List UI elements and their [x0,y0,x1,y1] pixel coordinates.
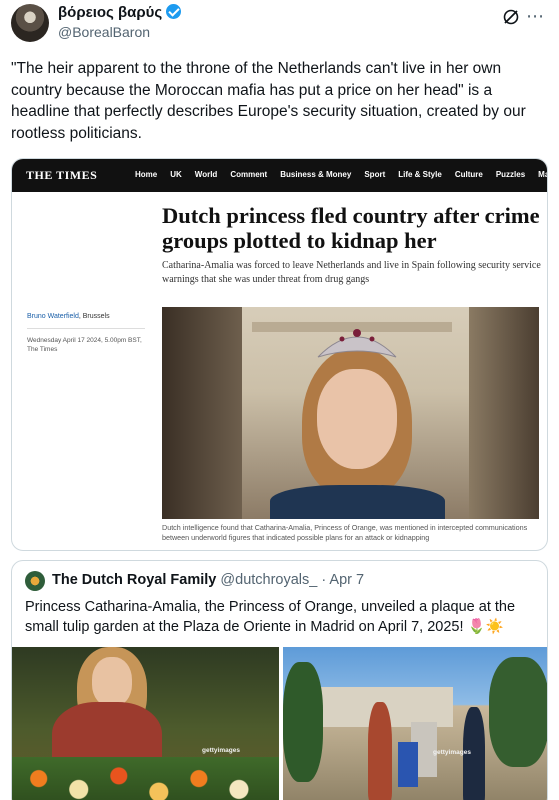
getty-watermark: gettyimages [202,747,240,754]
tiara-icon [317,329,397,358]
byline-location: , Brussels [78,313,110,320]
divider [27,328,145,329]
photo-dress [270,485,445,519]
byline: Bruno Waterfield, Brussels [27,313,110,320]
tweet-text: "The heir apparent to the throne of the … [11,60,526,142]
plaque-unveiling-photo[interactable]: gettyimages [283,647,547,800]
photo-face [92,657,132,707]
unveiling-cloth [398,742,418,787]
article-standfirst: Catharina-Amalia was forced to leave Net… [162,260,541,285]
verified-icon [166,4,182,19]
times-nav-bar: THE TIMES Home UK World Comment Business… [12,159,547,192]
quote-handle: @dutchroyals_ [220,572,318,588]
nav-item-life-style[interactable]: Life & Style [398,170,442,179]
nav-item-culture[interactable]: Culture [455,170,483,179]
nav-item-uk[interactable]: UK [170,170,182,179]
times-nav-items: Home UK World Comment Business & Money S… [135,170,547,179]
display-name[interactable]: βόρειος βαρύς [58,4,182,21]
nav-item-home[interactable]: Home [135,170,157,179]
tweet-header: βόρειος βαρύς @BorealBaron ⋯ [0,0,559,50]
more-icon[interactable]: ⋯ [526,6,545,27]
grok-icon[interactable] [502,8,520,26]
photo-pillar [469,307,539,519]
quote-author[interactable]: The Dutch Royal Family @dutchroyals_ · A… [52,572,364,588]
quote-date: · Apr 7 [321,572,365,588]
princess-photo [162,307,539,519]
tree [283,662,323,782]
tulip-bed [12,757,279,800]
photo-pillar [162,307,242,519]
quote-avatar[interactable] [25,571,45,591]
nav-item-puzzles[interactable]: Puzzles [496,170,525,179]
nav-item-magazine[interactable]: Magazi [538,170,547,179]
getty-watermark: gettyimages [433,749,471,756]
tree [489,657,547,767]
nav-item-world[interactable]: World [195,170,218,179]
article-date: Wednesday April 17 2024, 5.00pm BST, The… [27,337,142,353]
nav-item-sport[interactable]: Sport [364,170,385,179]
article-headline: Dutch princess fled country after crime … [162,203,540,253]
quoted-tweet[interactable]: The Dutch Royal Family @dutchroyals_ · A… [11,560,548,800]
author-link[interactable]: Bruno Waterfield [27,313,79,320]
user-handle[interactable]: @BorealBaron [58,24,150,40]
photo-person [368,702,392,800]
photo-caption: Dutch intelligence found that Catharina-… [162,523,528,542]
quote-text: Princess Catharina-Amalia, the Princess … [25,599,516,635]
tulip-garden-photo[interactable]: gettyimages [12,647,279,800]
photo-face [317,369,397,469]
nav-item-comment[interactable]: Comment [230,170,267,179]
nav-item-business[interactable]: Business & Money [280,170,351,179]
article-card[interactable]: THE TIMES Home UK World Comment Business… [11,158,548,551]
times-logo[interactable]: THE TIMES [26,168,97,183]
avatar[interactable] [11,4,49,42]
